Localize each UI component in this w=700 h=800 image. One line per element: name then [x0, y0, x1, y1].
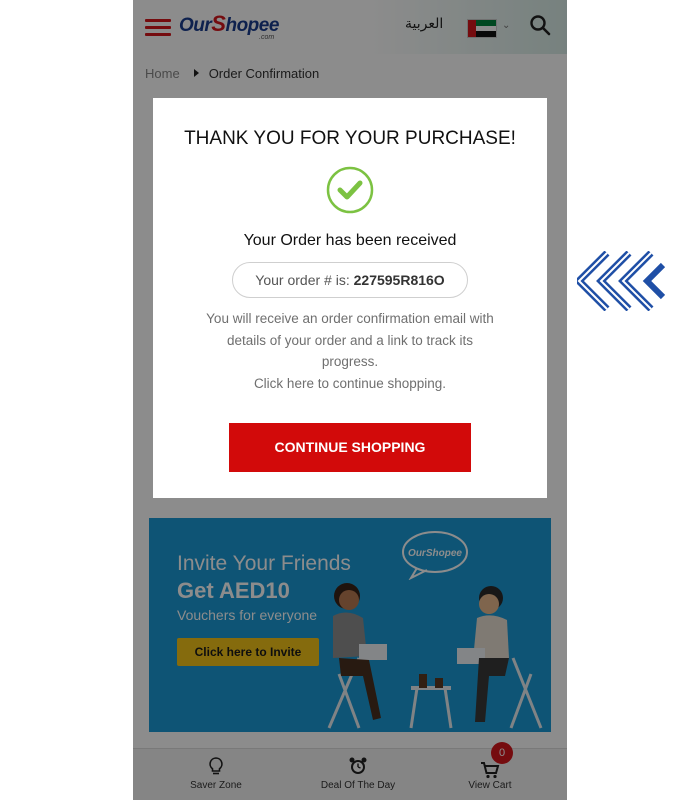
confirmation-message: You will receive an order confirmation e… [178, 308, 522, 394]
continue-shopping-link[interactable]: Click here to continue shopping. [178, 373, 522, 395]
order-received-text: Your Order has been received [243, 232, 457, 249]
check-circle-icon [326, 166, 374, 214]
modal-title: THANK YOU FOR YOUR PURCHASE! [184, 128, 516, 149]
order-confirmation-modal: THANK YOU FOR YOUR PURCHASE! Your Order … [153, 98, 547, 498]
order-number-value: 227595R816O [353, 272, 445, 288]
order-number-label: Your order # is: [255, 272, 350, 288]
message-line: progress. [321, 354, 379, 369]
chevrons-left-icon[interactable] [577, 251, 665, 311]
message-line: You will receive an order confirmation e… [206, 311, 494, 326]
continue-shopping-button[interactable]: CONTINUE SHOPPING [229, 423, 471, 472]
mobile-viewport: OurShopee .com العربية ⌄ Home Order Confi… [133, 0, 567, 800]
message-line: details of your order and a link to trac… [226, 332, 474, 348]
order-number-pill: Your order # is: 227595R816O [232, 262, 468, 298]
